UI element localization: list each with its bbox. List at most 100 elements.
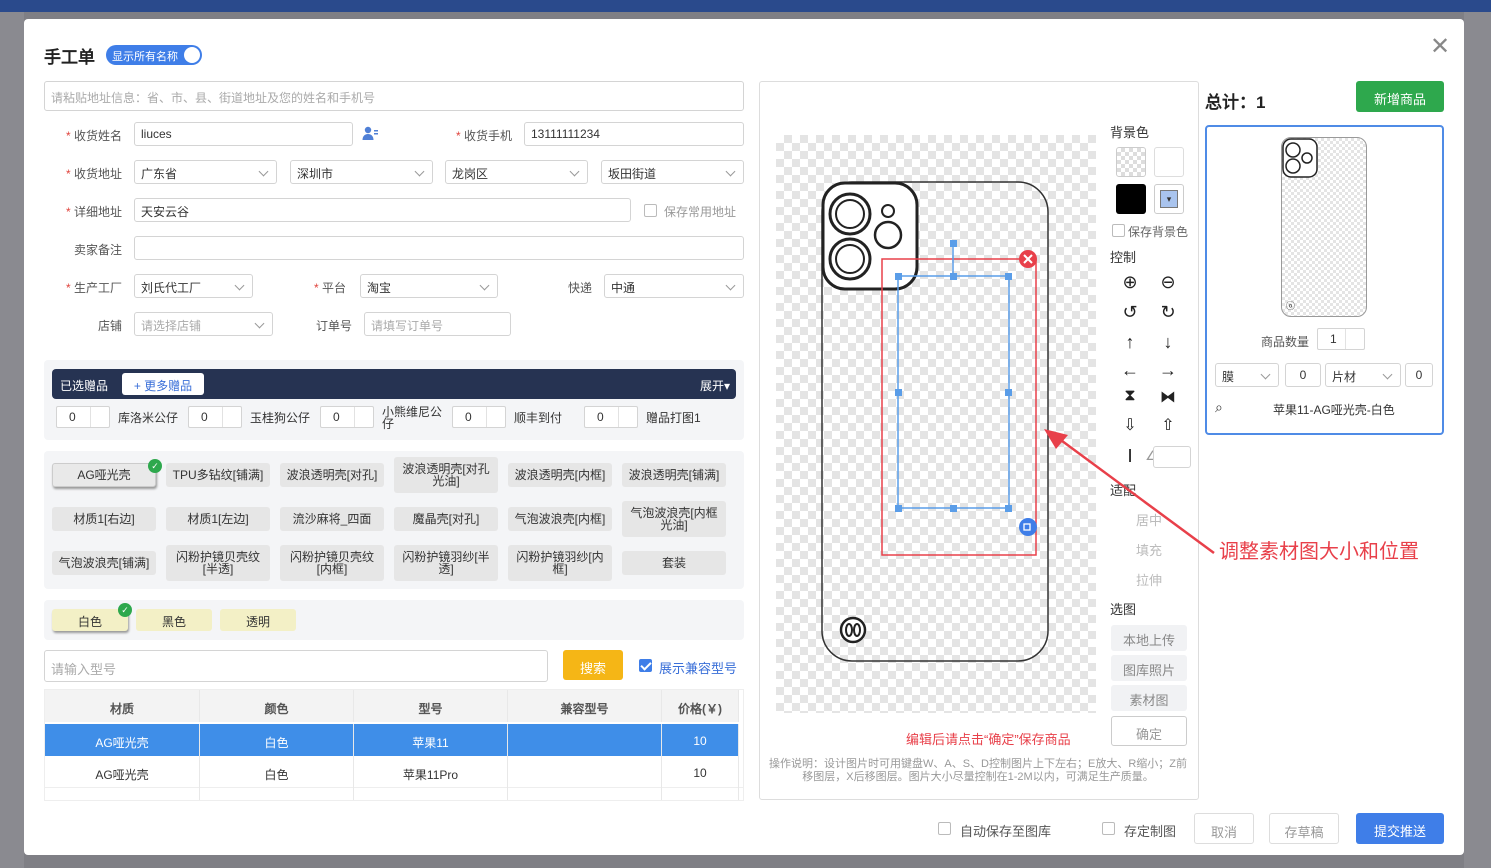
arrow-right-icon[interactable]: → — [1157, 360, 1179, 381]
save-template-checkbox[interactable] — [1102, 822, 1115, 835]
material-image-button[interactable]: 素材图 — [1111, 685, 1187, 711]
phone-input[interactable]: 13111111234 — [524, 122, 744, 146]
material-button[interactable]: 气泡波浪壳[内框光油] — [622, 501, 726, 537]
total-count: 总计：1 — [1205, 88, 1265, 113]
remark-input[interactable] — [134, 236, 744, 260]
arrow-up-icon[interactable]: ↑ — [1119, 332, 1141, 353]
gift-qty-stepper[interactable]: 0 — [320, 406, 374, 428]
gift-qty-stepper[interactable]: 0 — [56, 406, 110, 428]
logo-icon: ⓞ — [1286, 301, 1296, 311]
name-input[interactable]: liuces — [134, 122, 353, 146]
factory-select[interactable]: 刘氏代工厂 — [134, 274, 253, 298]
zoom-out-icon[interactable]: ⊖ — [1157, 272, 1179, 293]
gift-qty-stepper[interactable]: 0 — [452, 406, 506, 428]
rotate-right-icon[interactable]: ↻ — [1157, 302, 1179, 323]
close-icon[interactable]: ✕ — [1430, 32, 1450, 61]
compat-checkbox[interactable] — [639, 659, 652, 672]
product-qty-stepper[interactable]: 1 — [1317, 328, 1365, 350]
material-button[interactable]: 魔晶壳[对孔] — [394, 507, 498, 531]
material-button[interactable]: 闪粉护镜贝壳纹[内框] — [280, 545, 384, 581]
material-button[interactable]: 气泡波浪壳[铺满] — [52, 551, 156, 575]
rotate-left-icon[interactable]: ↺ — [1119, 302, 1141, 323]
arrow-left-icon[interactable]: ← — [1119, 360, 1141, 381]
film-qty-input[interactable]: 0 — [1285, 363, 1321, 387]
express-select[interactable]: 中通 — [604, 274, 744, 298]
search-icon[interactable]: ⌕ — [1215, 399, 1223, 416]
film-select[interactable]: 膜 — [1215, 363, 1279, 387]
detail-label: 详细地址 — [54, 203, 122, 220]
sheet-select[interactable]: 片材 — [1325, 363, 1401, 387]
color-button[interactable]: 透明 — [220, 609, 296, 631]
background-left — [0, 12, 24, 868]
table-row[interactable]: AG哑光壳 白色 苹果11 10 — [45, 724, 743, 756]
material-button[interactable]: 波浪透明壳[铺满] — [622, 463, 726, 487]
bg-white-swatch[interactable] — [1154, 147, 1184, 177]
material-button[interactable]: 流沙麻将_四面 — [280, 507, 384, 531]
model-search-input[interactable]: 请输入型号 — [44, 650, 548, 682]
contact-icon[interactable] — [362, 125, 378, 141]
upload-button[interactable]: 本地上传 — [1111, 625, 1187, 651]
material-button[interactable]: 闪粉护镜羽纱[内框] — [508, 545, 612, 581]
more-gifts-button[interactable]: + 更多赠品 — [122, 373, 204, 395]
platform-select[interactable]: 淘宝 — [360, 274, 498, 298]
flip-horizontal-icon[interactable]: ⧗ — [1119, 387, 1141, 405]
table-cell: 10 — [662, 724, 739, 756]
province-select[interactable]: 广东省 — [134, 160, 277, 184]
material-button[interactable]: 材质1[右边] — [52, 507, 156, 531]
street-select[interactable]: 坂田街道 — [601, 160, 744, 184]
zoom-in-icon[interactable]: ⊕ — [1119, 272, 1141, 293]
header-cell: 颜色 — [200, 690, 354, 722]
table-cell: 苹果11 — [354, 724, 508, 756]
bg-black-swatch[interactable] — [1116, 184, 1146, 214]
material-button[interactable]: 气泡波浪壳[内框] — [508, 507, 612, 531]
table-cell: AG哑光壳 — [45, 756, 200, 788]
material-button[interactable]: 波浪透明壳[内框] — [508, 463, 612, 487]
save-address-checkbox[interactable] — [644, 204, 657, 217]
color-panel: 白色 ✓ 黑色 透明 — [44, 600, 744, 640]
city-select[interactable]: 深圳市 — [290, 160, 433, 184]
bg-custom-swatch[interactable]: ▾ — [1154, 184, 1184, 214]
material-button[interactable]: 材质1[左边] — [166, 507, 270, 531]
save-template-label: 存定制图 — [1124, 824, 1177, 839]
autosave-label: 自动保存至图库 — [960, 824, 1052, 839]
color-button[interactable]: 白色 — [52, 609, 128, 631]
product-card[interactable]: ⓞ 商品数量 1 膜 0 片材 0 ⌕ 苹果11-AG哑光壳-白色 — [1205, 125, 1444, 435]
autosave-checkbox[interactable] — [938, 822, 951, 835]
arrow-down-icon[interactable]: ↓ — [1157, 332, 1179, 353]
gift-qty-stepper[interactable]: 0 — [584, 406, 638, 428]
material-button[interactable]: AG哑光壳 — [52, 463, 156, 487]
address-paste-textarea[interactable]: 请粘贴地址信息：省、市、县、街道地址及您的姓名和手机号 — [44, 81, 744, 111]
table-row[interactable]: AG哑光壳 白色 苹果11Pro 10 — [45, 756, 743, 788]
save-bg-checkbox[interactable] — [1112, 224, 1125, 237]
material-button[interactable]: 套装 — [622, 551, 726, 575]
bg-transparent-swatch[interactable] — [1116, 147, 1146, 177]
header-cell: 型号 — [354, 690, 508, 722]
district-select[interactable]: 龙岗区 — [445, 160, 588, 184]
detail-input[interactable]: 天安云谷 — [134, 198, 631, 222]
search-button[interactable]: 搜索 — [563, 650, 623, 680]
submit-button[interactable]: 提交推送 — [1356, 813, 1444, 844]
color-button[interactable]: 黑色 — [136, 609, 212, 631]
background-right — [1464, 12, 1491, 868]
material-button[interactable]: TPU多钻纹[铺满] — [166, 463, 270, 487]
shop-select[interactable]: 请选择店铺 — [134, 312, 273, 336]
show-names-toggle[interactable]: 显示所有名称 — [106, 45, 202, 65]
material-button[interactable]: 波浪透明壳[对孔光油] — [394, 457, 498, 493]
draft-button[interactable]: 存草稿 — [1269, 813, 1339, 844]
flip-vertical-icon[interactable]: ⧓ — [1157, 387, 1179, 407]
table-row[interactable]: AG哑光壳 白色 苹果11Pro Max 10 — [45, 788, 743, 800]
order-input[interactable]: 请填写订单号 — [364, 312, 511, 336]
sheet-qty-input[interactable]: 0 — [1405, 363, 1433, 387]
material-button[interactable]: 波浪透明壳[对孔] — [280, 463, 384, 487]
gift-name: 玉桂狗公仔 — [250, 411, 311, 425]
material-button[interactable]: 闪粉护镜羽纱[半透] — [394, 545, 498, 581]
new-product-button[interactable]: 新增商品 — [1356, 81, 1444, 112]
material-button[interactable]: 闪粉护镜贝壳纹[半透] — [166, 545, 270, 581]
gift-qty-stepper[interactable]: 0 — [188, 406, 242, 428]
gallery-button[interactable]: 图库照片 — [1111, 655, 1187, 681]
save-hint: 编辑后请点击“确定”保存商品 — [906, 732, 1071, 747]
fit-stretch-button[interactable]: 拉伸 — [1111, 570, 1187, 589]
confirm-button[interactable]: 确定 — [1111, 716, 1187, 746]
expand-button[interactable]: 展开▾ — [700, 377, 730, 394]
cancel-button[interactable]: 取消 — [1194, 813, 1254, 844]
